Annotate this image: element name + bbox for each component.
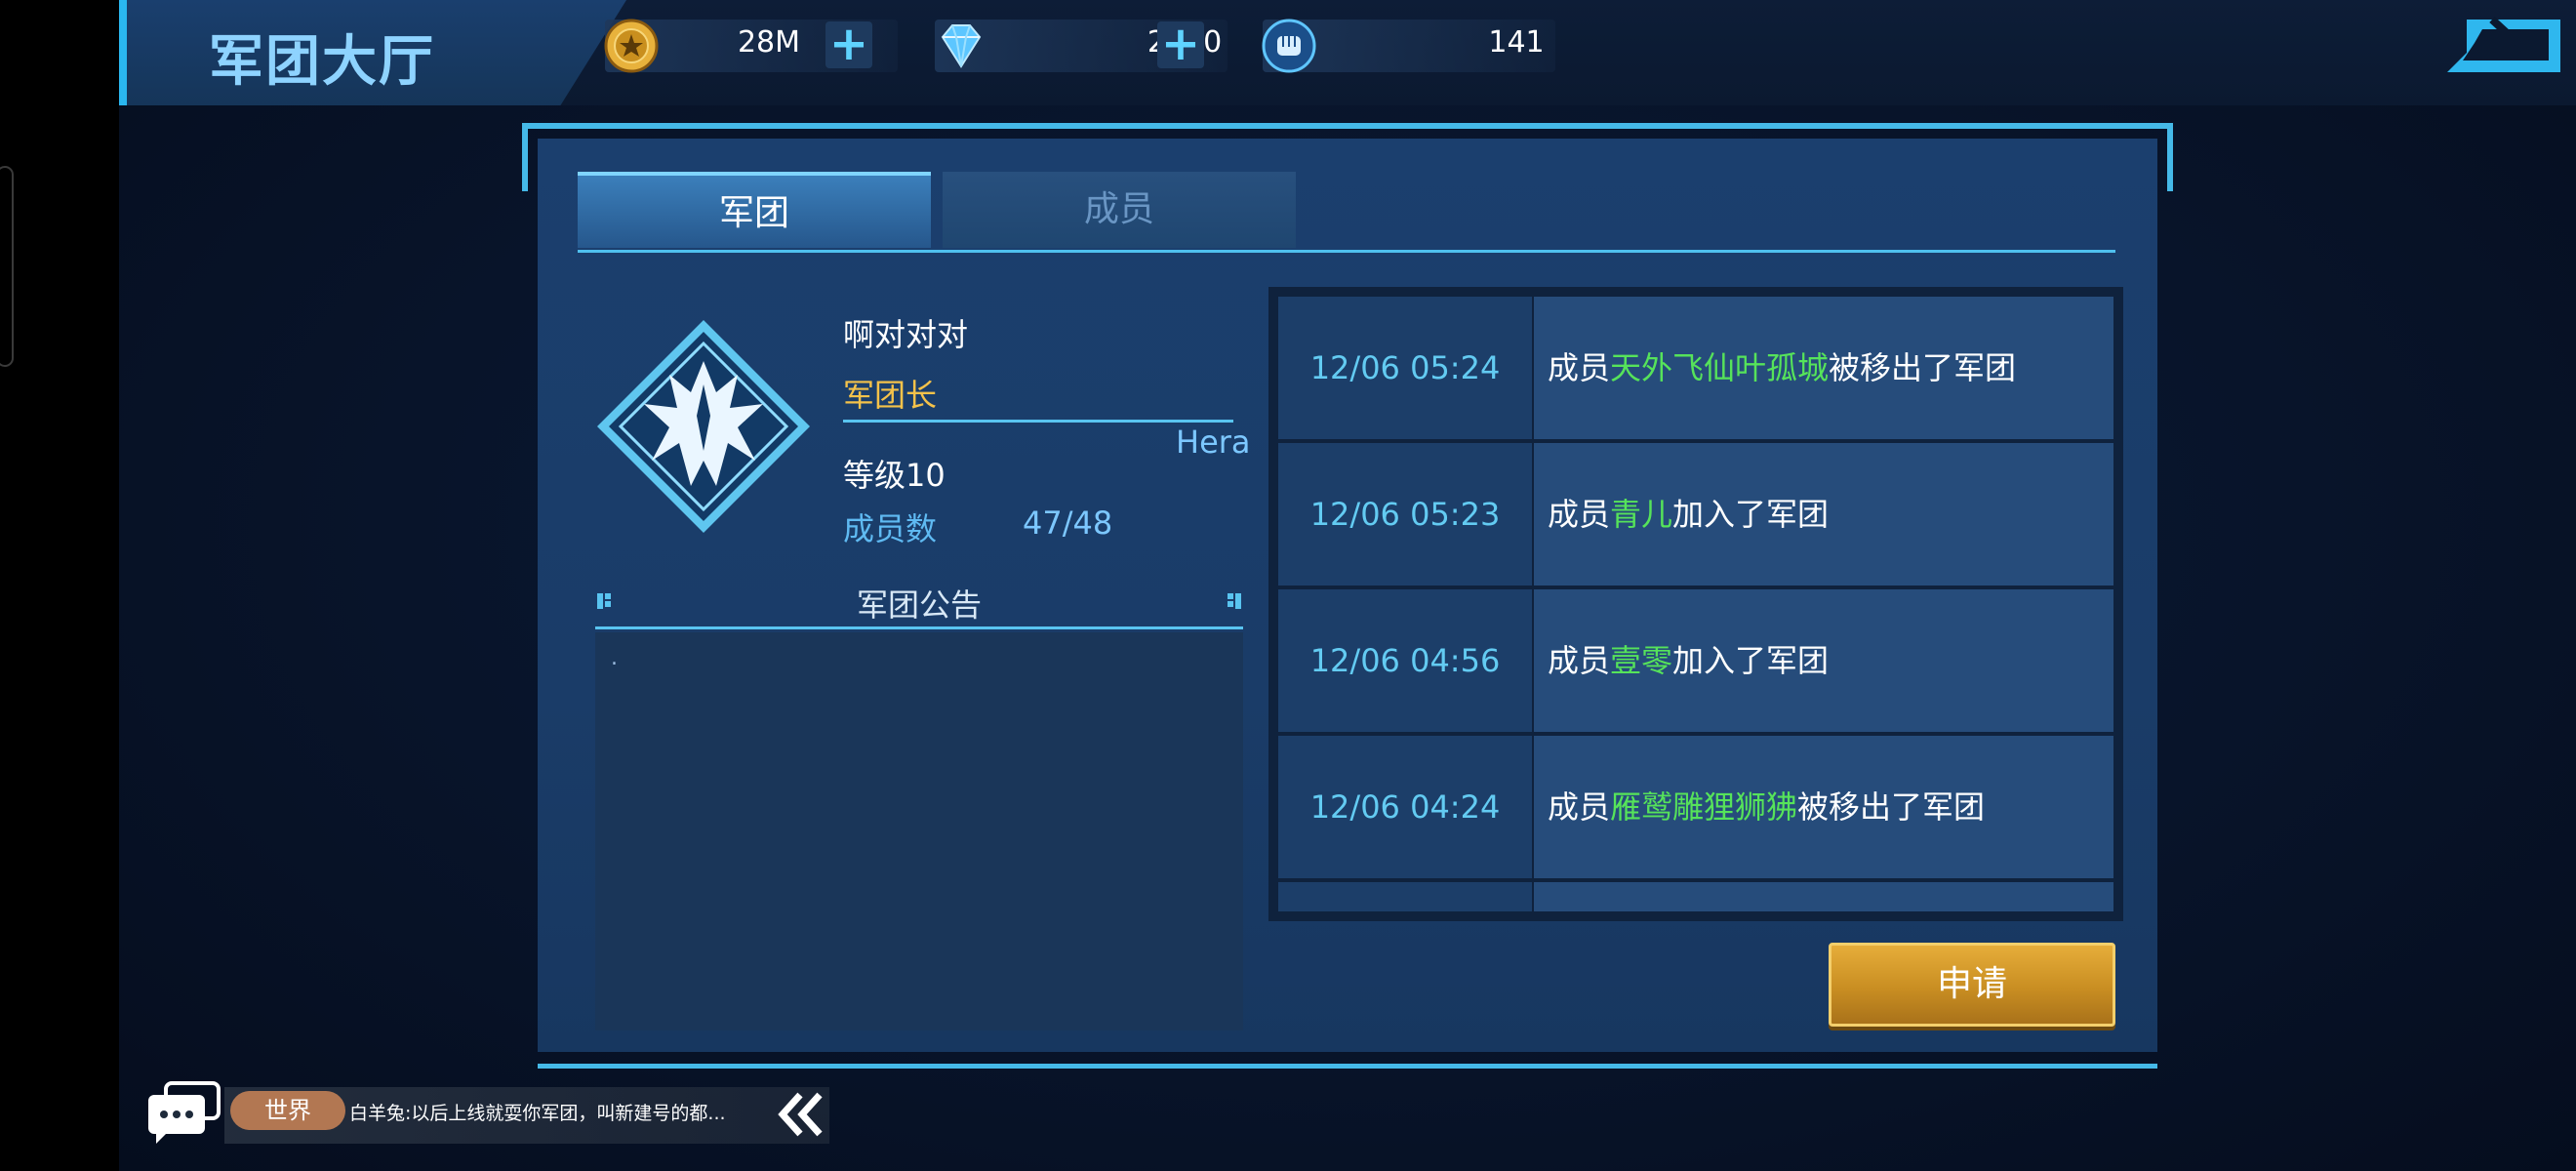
log-message: 成员雁鹫雕狸狮狒被移出了军团 xyxy=(1534,736,2113,878)
panel-frame-top xyxy=(522,123,2173,129)
log-prefix: 成员 xyxy=(1548,788,1611,826)
chat-bubble-icon[interactable] xyxy=(146,1079,222,1146)
tab-members[interactable]: 成员 xyxy=(943,172,1296,248)
members-count: 47/48 xyxy=(1023,505,1113,542)
gold-coin-icon xyxy=(604,19,659,73)
legion-name: 啊对对对 xyxy=(843,316,969,353)
notice-title: 军团公告 xyxy=(856,586,982,624)
panel-frame-bottom xyxy=(538,1064,2157,1069)
log-row: 12/06 04:24 成员雁鹫雕狸狮狒被移出了军团 xyxy=(1278,736,2113,878)
log-prefix: 成员 xyxy=(1548,349,1611,386)
log-time: 12/06 05:24 xyxy=(1278,297,1532,439)
log-suffix: 加入了军团 xyxy=(1672,496,1830,533)
notice-divider xyxy=(595,626,1243,629)
info-divider xyxy=(843,420,1233,423)
log-prefix: 成员 xyxy=(1548,496,1611,533)
fist-token-icon xyxy=(1262,19,1316,73)
log-message: 成员天外飞仙叶孤城被移出了军团 xyxy=(1534,297,2113,439)
log-time: 12/06 04:24 xyxy=(1278,736,1532,878)
members-label: 成员数 xyxy=(843,510,938,547)
log-suffix: 加入了军团 xyxy=(1672,642,1830,679)
log-message: 成员壹零加入了军团 xyxy=(1534,589,2113,732)
page-title: 军团大厅 xyxy=(209,30,435,94)
token-value: 141 xyxy=(1488,25,1545,60)
double-chevron-left-icon[interactable] xyxy=(775,1089,827,1140)
legion-role: 军团长 xyxy=(843,377,938,414)
member-name: 青儿 xyxy=(1610,496,1673,533)
tab-legion[interactable]: 军团 xyxy=(578,172,931,248)
log-time: 12/06 04:56 xyxy=(1278,589,1532,732)
chat-message: 白羊兔:以后上线就耍你军团，叫新建号的都... xyxy=(349,1103,726,1124)
member-name: 壹零 xyxy=(1610,642,1673,679)
corner-ornament-icon xyxy=(1228,593,1241,609)
log-row-partial xyxy=(1278,882,2113,911)
member-name: 天外飞仙叶孤城 xyxy=(1610,349,1830,386)
log-row: 12/06 05:23 成员青儿加入了军团 xyxy=(1278,443,2113,586)
log-message-cell xyxy=(1534,882,2113,911)
log-time-cell xyxy=(1278,882,1532,911)
log-suffix: 被移出了军团 xyxy=(1829,349,2017,386)
add-gold-button[interactable]: + xyxy=(825,20,872,68)
legion-emblem-icon xyxy=(597,320,810,533)
chat-channel-badge[interactable]: 世界 xyxy=(230,1091,345,1130)
log-row: 12/06 05:24 成员天外飞仙叶孤城被移出了军团 xyxy=(1278,297,2113,439)
leader-name: Hera xyxy=(1176,424,1251,461)
chat-bar[interactable]: 世界 白羊兔:以后上线就耍你军团，叫新建号的都... xyxy=(146,1079,829,1148)
notice-content-box: . xyxy=(595,632,1243,1030)
apply-button[interactable]: 申请 xyxy=(1829,943,2115,1027)
notice-header: 军团公告 xyxy=(595,584,1243,629)
log-prefix: 成员 xyxy=(1548,642,1611,679)
top-bar: 军团大厅 28M + 2620 + xyxy=(119,0,2576,105)
panel-frame-left xyxy=(522,123,528,191)
log-suffix: 被移出了军团 xyxy=(1797,788,1986,826)
device-edge-handle xyxy=(0,166,14,367)
panel-frame-right xyxy=(2167,123,2173,191)
log-message: 成员青儿加入了军团 xyxy=(1534,443,2113,586)
legion-level: 等级10 xyxy=(843,457,946,494)
title-panel: 军团大厅 xyxy=(119,0,626,105)
back-button[interactable] xyxy=(2445,16,2562,74)
legion-log-list[interactable]: 12/06 05:24 成员天外飞仙叶孤城被移出了军团 12/06 05:23 … xyxy=(1268,287,2123,921)
screen: 军团大厅 28M + 2620 + xyxy=(0,0,2576,1171)
tab-underline xyxy=(578,250,2115,253)
log-row: 12/06 04:56 成员壹零加入了军团 xyxy=(1278,589,2113,732)
diamond-icon xyxy=(941,24,982,68)
member-name: 雁鹫雕狸狮狒 xyxy=(1610,788,1798,826)
notice-content: . xyxy=(611,646,618,670)
log-time: 12/06 05:23 xyxy=(1278,443,1532,586)
gold-value: 28M xyxy=(737,25,801,60)
add-diamond-button[interactable]: + xyxy=(1157,20,1204,68)
